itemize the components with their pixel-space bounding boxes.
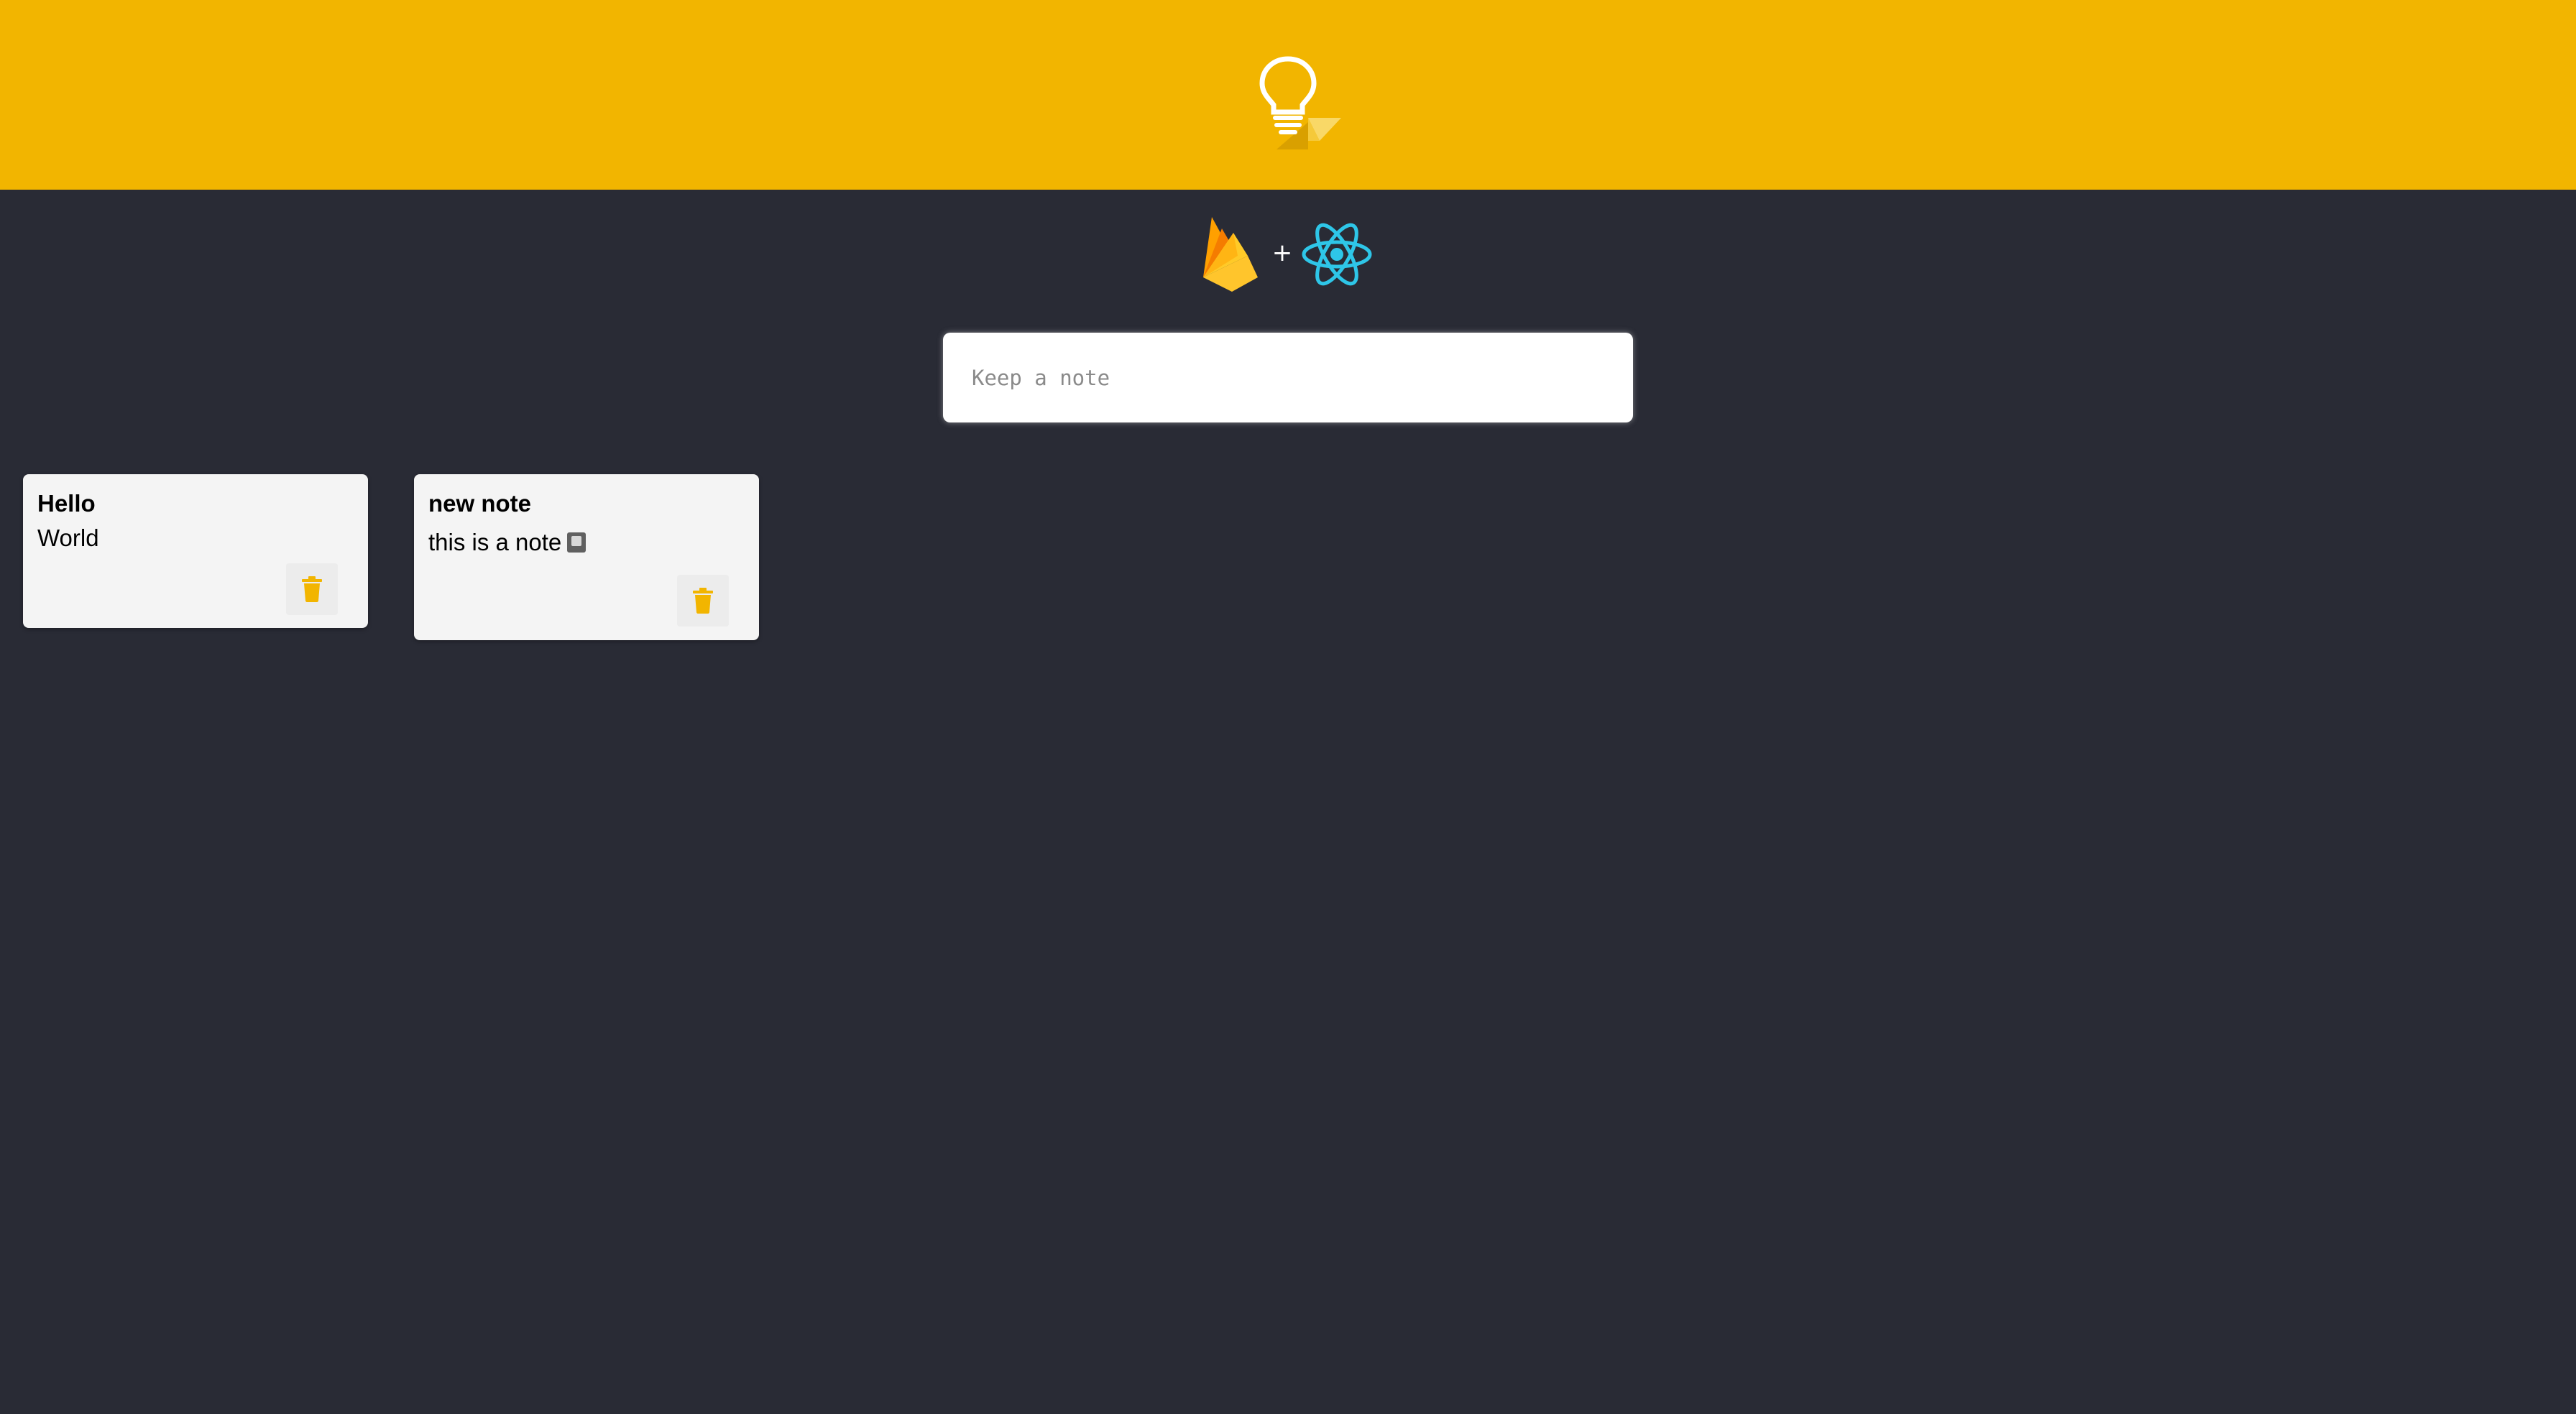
delete-note-button[interactable] [677,575,729,627]
plus-separator: + [1271,239,1293,267]
keep-lightbulb-icon [1259,56,1341,149]
trash-icon [693,588,713,614]
notebook-icon [567,532,586,553]
trash-icon [302,576,322,602]
firebase-icon [1203,217,1258,292]
note-title: new note [428,490,532,517]
app-header [0,0,2576,190]
note-content: World [37,525,99,552]
note-card: new note this is a note [414,474,759,640]
note-content: this is a note [428,529,586,556]
note-content-text: this is a note [428,529,562,555]
app-root: + Hello World new note this is a note [0,0,2576,1414]
delete-note-button[interactable] [286,563,338,615]
note-title: Hello [37,490,96,517]
note-card: Hello World [23,474,368,628]
note-content-text: World [37,525,99,551]
keep-note-input[interactable] [943,333,1633,422]
react-icon [1302,223,1372,286]
tech-stack-logos: + [1193,213,1380,299]
